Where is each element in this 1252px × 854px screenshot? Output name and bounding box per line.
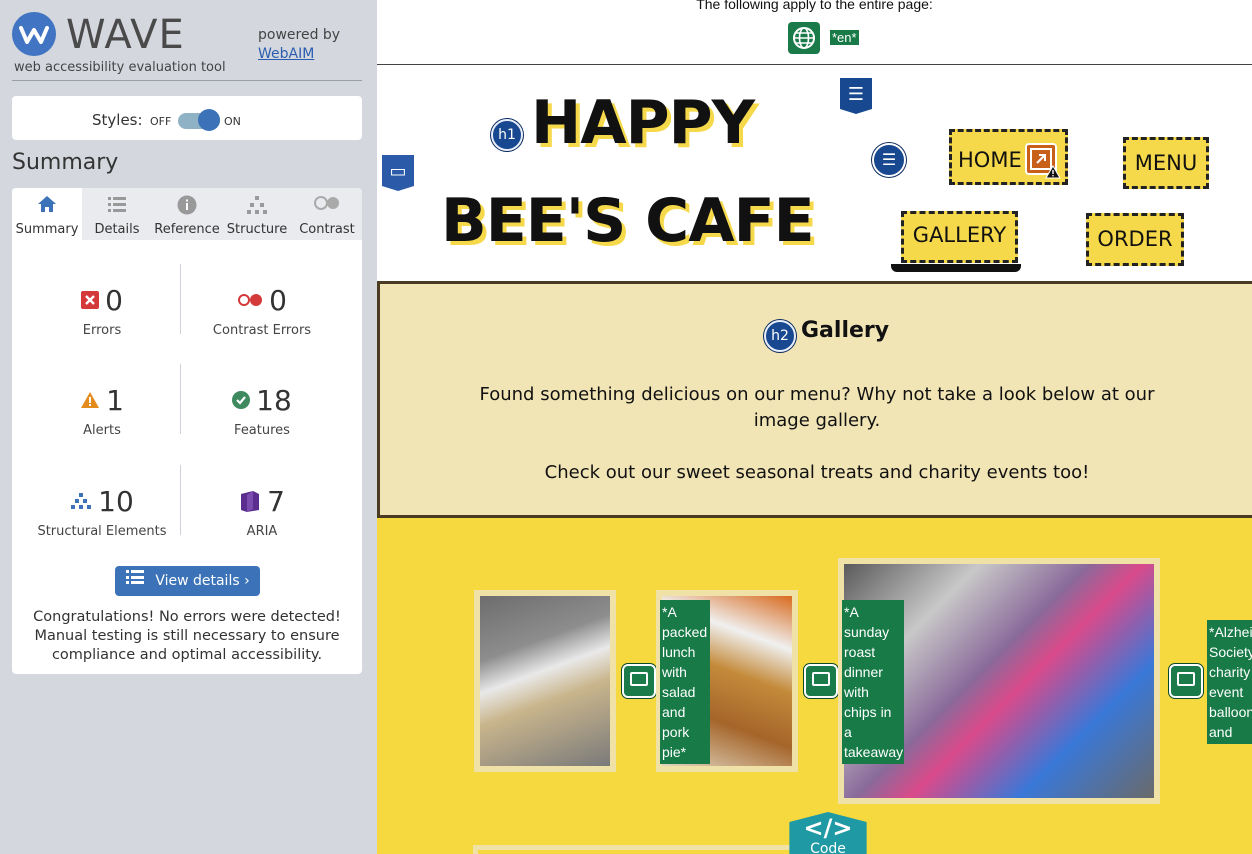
powered-by: powered by WebAIM — [258, 26, 340, 64]
divider — [12, 80, 362, 81]
nav-gallery[interactable]: GALLERY — [901, 211, 1018, 263]
image-icon[interactable] — [622, 664, 656, 698]
aria-stat[interactable]: 7 ARIA — [177, 484, 347, 539]
view-details-label: View details › — [155, 573, 250, 589]
summary-heading: Summary — [12, 150, 119, 175]
tab-label: Contrast — [299, 222, 355, 237]
wave-sidebar: WAVE web accessibility evaluation tool p… — [0, 0, 377, 854]
header-region-icon[interactable]: ▭ — [382, 155, 414, 191]
webaim-link[interactable]: WebAIM — [258, 46, 314, 62]
nav-menu[interactable]: MENU — [1123, 137, 1209, 189]
contrast-errors-count: 0 — [269, 284, 287, 317]
wave-logo-icon — [12, 12, 56, 56]
active-nav-indicator — [891, 264, 1021, 272]
check-icon — [232, 391, 251, 413]
view-details-button[interactable]: View details › — [115, 566, 260, 596]
aria-label: ARIA — [246, 524, 278, 539]
toggle-knob[interactable] — [198, 109, 220, 131]
error-icon — [81, 291, 100, 313]
divider — [377, 64, 1252, 65]
gallery-intro-text: Found something delicious on our menu? W… — [479, 384, 1155, 431]
alt-text-label: *A packed lunch with salad and pork pie* — [660, 600, 710, 764]
nav-menu-label: MENU — [1134, 151, 1198, 175]
language-badge: *en* — [830, 30, 859, 45]
wave-title: WAVE — [66, 12, 185, 58]
features-count: 18 — [256, 384, 292, 417]
congrats-message: Congratulations! No errors were detected… — [33, 609, 341, 663]
tab-structure[interactable]: Structure — [222, 188, 292, 240]
tab-label: Summary — [15, 222, 79, 237]
styles-label: Styles: — [92, 111, 143, 129]
page-wide-notice: The following apply to the entire page: — [696, 0, 933, 12]
contrast-errors-stat[interactable]: 0 Contrast Errors — [177, 283, 347, 338]
wave-tagline: web accessibility evaluation tool — [14, 60, 226, 75]
errors-stat[interactable]: 0 Errors — [17, 283, 187, 338]
errors-label: Errors — [82, 323, 122, 338]
nav-order[interactable]: ORDER — [1086, 213, 1184, 266]
aria-region-icon[interactable]: ☰ — [840, 78, 872, 114]
link-alert-icon[interactable] — [1025, 143, 1061, 179]
page-preview: The following apply to the entire page: … — [377, 0, 1252, 854]
alert-icon — [80, 391, 100, 413]
alerts-count: 1 — [106, 384, 124, 417]
aria-count: 7 — [267, 485, 285, 518]
site-title-line1: HAPPY — [531, 88, 755, 158]
alt-text-label: *Alzheimer's Society charity event ballo… — [1207, 620, 1252, 744]
contrast-errors-label: Contrast Errors — [212, 323, 312, 338]
alerts-label: Alerts — [83, 423, 121, 438]
lunch-photo — [480, 596, 610, 766]
info-icon — [152, 195, 222, 220]
powered-by-text: powered by — [258, 27, 341, 43]
home-icon — [12, 195, 82, 218]
site-title-line2: BEE'S CAFE — [441, 186, 815, 256]
errors-count: 0 — [105, 284, 123, 317]
summary-panel: Summary Details Reference Structure Cont… — [12, 188, 362, 674]
code-label: Code — [810, 841, 846, 854]
gallery-intro-text-2: Check out our sweet seasonal treats and … — [544, 462, 1090, 483]
gallery-image-frame — [474, 590, 616, 772]
tab-label: Reference — [154, 222, 220, 237]
gallery-heading: Gallery — [801, 318, 890, 343]
image-icon[interactable] — [1169, 664, 1203, 698]
nav-gallery-label: GALLERY — [912, 223, 1007, 247]
structure-icon — [222, 195, 292, 220]
tab-summary[interactable]: Summary — [12, 188, 82, 240]
aria-icon — [239, 490, 261, 516]
structure-icon — [70, 492, 92, 514]
tab-contrast[interactable]: Contrast — [292, 188, 362, 240]
styles-toggle-box: Styles: OFF ON — [12, 96, 362, 140]
language-icon[interactable] — [788, 22, 820, 54]
features-stat[interactable]: 18 Features — [177, 383, 347, 438]
nav-order-label: ORDER — [1097, 227, 1173, 251]
alerts-stat[interactable]: 1 Alerts — [17, 383, 187, 438]
list-icon — [125, 566, 145, 596]
list-icon — [82, 195, 152, 218]
tab-label: Structure — [226, 222, 288, 237]
alt-text-label: *A sunday roast dinner with chips in a t… — [842, 600, 904, 764]
nav-home-label: HOME — [958, 148, 1022, 172]
structural-count: 10 — [98, 485, 134, 518]
structural-label: Structural Elements — [37, 524, 167, 539]
h1-icon[interactable]: h1 — [491, 119, 523, 151]
tab-label: Details — [94, 222, 140, 237]
gallery-image-frame — [473, 845, 803, 854]
tab-reference[interactable]: Reference — [152, 188, 222, 240]
tab-details[interactable]: Details — [82, 188, 152, 240]
toggle-off-label: OFF — [150, 115, 172, 128]
features-label: Features — [234, 423, 290, 438]
toggle-on-label: ON — [224, 115, 241, 128]
list-icon[interactable]: ☰ — [872, 143, 906, 177]
image-icon[interactable] — [804, 664, 838, 698]
h2-icon[interactable]: h2 — [764, 320, 796, 352]
contrast-icon — [292, 195, 362, 216]
structural-stat[interactable]: 10 Structural Elements — [17, 484, 187, 539]
contrast-error-icon — [237, 293, 263, 311]
